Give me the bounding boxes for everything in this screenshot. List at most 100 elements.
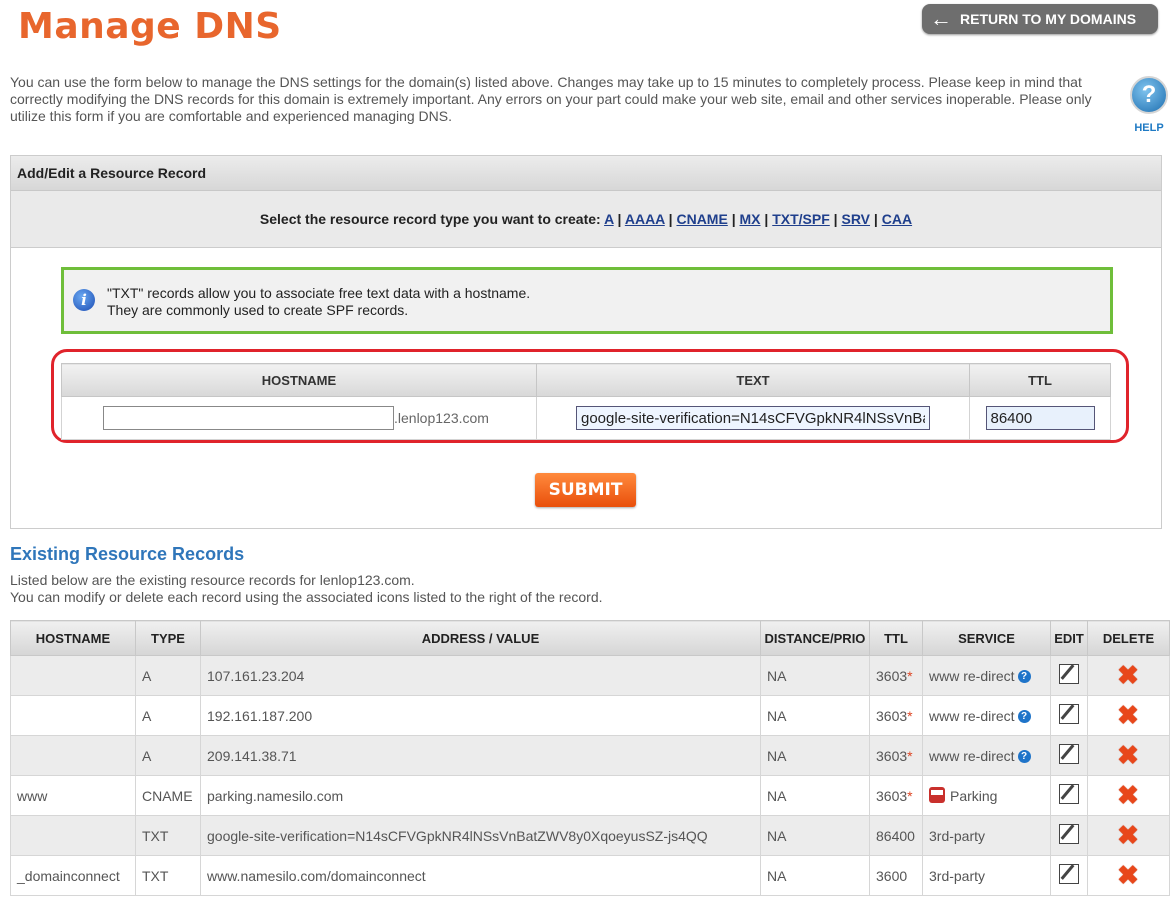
ttl-star: * [907, 707, 913, 724]
type-link-a[interactable]: A [604, 211, 614, 227]
cell-service: www re-direct? [922, 735, 1051, 776]
service-label: 3rd-party [929, 867, 986, 884]
delete-icon[interactable]: ✖ [1117, 662, 1139, 688]
record-type-selector: Select the resource record type you want… [11, 191, 1161, 248]
cell-service: Parking [922, 775, 1051, 816]
ttl-star: * [907, 667, 913, 684]
type-link-caa[interactable]: CAA [882, 211, 912, 227]
cell-delete: ✖ [1087, 655, 1170, 696]
header-edit: EDIT [1050, 620, 1088, 656]
existing-records-desc: Listed below are the existing resource r… [10, 572, 603, 606]
ttl-value: 3603 [876, 787, 908, 804]
cell-type: A [135, 655, 201, 696]
cell-type: TXT [135, 815, 201, 856]
cell-edit [1050, 655, 1088, 696]
domain-suffix: .lenlop123.com [394, 410, 489, 426]
intro-text: You can use the form below to manage the… [10, 74, 1092, 124]
type-link-txt-spf[interactable]: TXT/SPF [772, 211, 830, 227]
col-text: TEXT [536, 363, 970, 397]
edit-icon[interactable] [1058, 664, 1079, 684]
cell-value: www.namesilo.com/domainconnect [200, 855, 761, 896]
cell-prio: NA [760, 775, 870, 816]
cell-service: 3rd-party [922, 815, 1051, 856]
delete-icon[interactable]: ✖ [1117, 702, 1139, 728]
cell-hostname [10, 655, 136, 696]
delete-icon[interactable]: ✖ [1117, 822, 1139, 848]
cell-hostname [10, 815, 136, 856]
ttl-value: 3603 [876, 667, 908, 684]
type-link-aaaa[interactable]: AAAA [625, 211, 665, 227]
delete-icon[interactable]: ✖ [1117, 782, 1139, 808]
service-label: www re-direct [929, 747, 1015, 764]
cell-prio: NA [760, 735, 870, 776]
cell-hostname [10, 695, 136, 736]
type-link-srv[interactable]: SRV [841, 211, 870, 227]
cell-service: 3rd-party [922, 855, 1051, 896]
help-button[interactable]: ? HELP [1128, 76, 1170, 134]
cell-prio: NA [760, 655, 870, 696]
help-label: HELP [1134, 122, 1164, 134]
cell-ttl: 3603* [869, 735, 923, 776]
cell-service: www re-direct? [922, 695, 1051, 736]
edit-icon[interactable] [1058, 824, 1079, 844]
cell-type: A [135, 735, 201, 776]
ttl-value: 3603 [876, 707, 908, 724]
cell-type: TXT [135, 855, 201, 896]
ttl-star: * [907, 747, 913, 764]
add-edit-panel: Add/Edit a Resource Record Select the re… [10, 155, 1162, 529]
type-link-mx[interactable]: MX [740, 211, 761, 227]
existing-records-table: HOSTNAME TYPE ADDRESS / VALUE DISTANCE/P… [10, 620, 1170, 896]
help-icon[interactable]: ? [1017, 709, 1031, 723]
return-to-domains-button[interactable]: ← RETURN TO MY DOMAINS [922, 4, 1158, 34]
page-title: Manage DNS [18, 6, 282, 47]
help-icon[interactable]: ? [1017, 669, 1031, 683]
cell-type: A [135, 695, 201, 736]
ttl-input[interactable] [985, 406, 1095, 430]
ttl-value: 3603 [876, 747, 908, 764]
edit-icon[interactable] [1058, 704, 1079, 724]
return-label: RETURN TO MY DOMAINS [960, 11, 1137, 27]
cell-value: google-site-verification=N14sCFVGpkNR4lN… [200, 815, 761, 856]
cell-delete: ✖ [1087, 775, 1170, 816]
cell-hostname: www [10, 775, 136, 816]
header-hostname: HOSTNAME [10, 620, 136, 656]
cell-ttl: 3600 [869, 855, 923, 896]
cell-value: 107.161.23.204 [200, 655, 761, 696]
header-type: TYPE [135, 620, 201, 656]
edit-icon[interactable] [1058, 864, 1079, 884]
existing-desc-line-2: You can modify or delete each record usi… [10, 589, 603, 605]
cell-delete: ✖ [1087, 855, 1170, 896]
existing-records-title: Existing Resource Records [10, 544, 245, 564]
edit-icon[interactable] [1058, 744, 1079, 764]
cell-edit [1050, 695, 1088, 736]
service-label: 3rd-party [929, 827, 986, 844]
cell-service: www re-direct? [922, 655, 1051, 696]
info-line-2: They are commonly used to create SPF rec… [107, 302, 409, 318]
delete-icon[interactable]: ✖ [1117, 742, 1139, 768]
cell-edit [1050, 775, 1088, 816]
cell-type: CNAME [135, 775, 201, 816]
ttl-star: * [907, 787, 913, 804]
info-icon: i [73, 289, 95, 311]
info-line-1: "TXT" records allow you to associate fre… [107, 285, 531, 301]
cell-prio: NA [760, 855, 870, 896]
table-row: A 209.141.38.71 NA 3603* www re-direct? ✖ [10, 735, 1170, 776]
cell-delete: ✖ [1087, 815, 1170, 856]
cell-hostname: _domainconnect [10, 855, 136, 896]
help-icon[interactable]: ? [1017, 749, 1031, 763]
cell-edit [1050, 735, 1088, 776]
header-address-value: ADDRESS / VALUE [200, 620, 761, 656]
text-value-input[interactable] [576, 406, 930, 430]
select-prompt: Select the resource record type you want… [259, 211, 601, 227]
cell-edit [1050, 855, 1088, 896]
header-service: SERVICE [922, 620, 1051, 656]
submit-button[interactable]: SUBMIT [535, 473, 636, 507]
hostname-input[interactable] [103, 406, 394, 430]
txt-info-box: i "TXT" records allow you to associate f… [61, 267, 1113, 334]
cell-edit [1050, 815, 1088, 856]
delete-icon[interactable]: ✖ [1117, 862, 1139, 888]
arrow-left-icon: ← [930, 6, 952, 31]
edit-icon[interactable] [1058, 784, 1079, 804]
type-link-cname[interactable]: CNAME [676, 211, 727, 227]
cell-ttl: 86400 [869, 815, 923, 856]
